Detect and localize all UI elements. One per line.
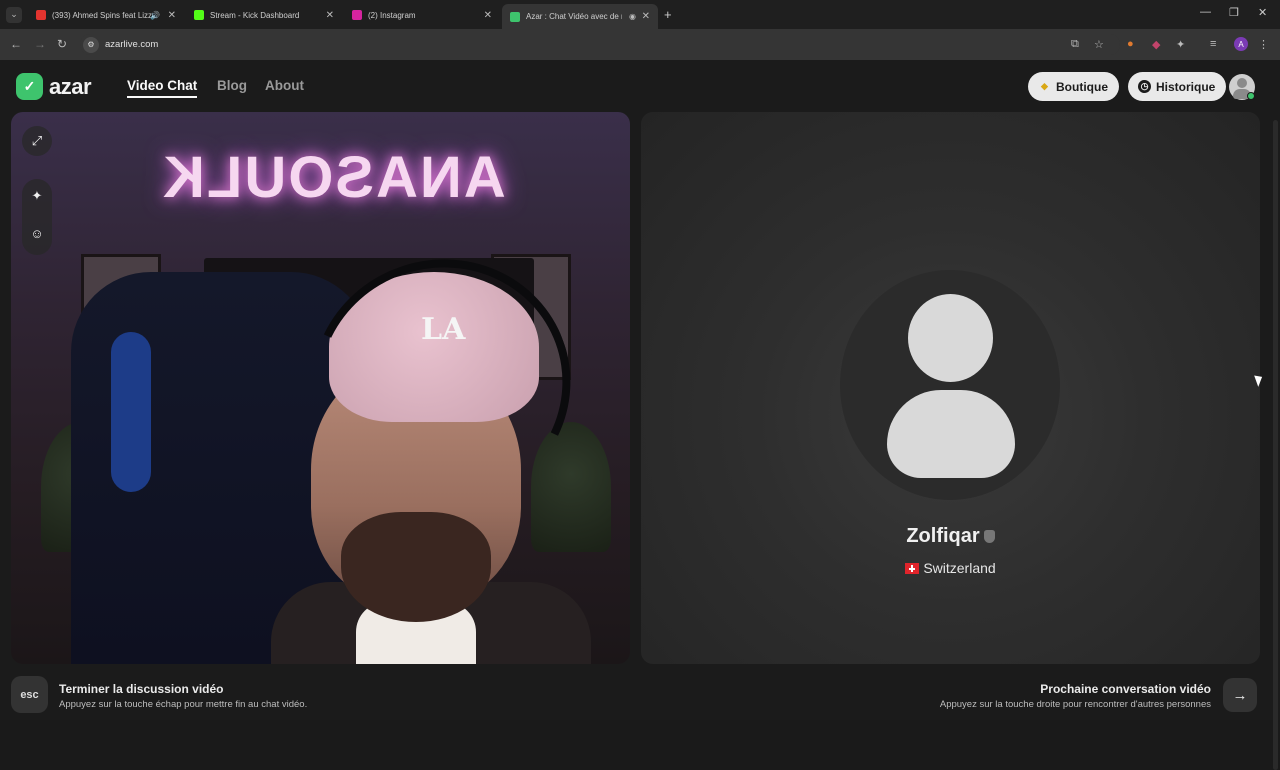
- nav-blog[interactable]: Blog: [217, 78, 247, 93]
- youtube-icon: [36, 10, 46, 20]
- browser-tab-bar: ⌄ (393) Ahmed Spins feat Lizz 🔊 ✕ Stream…: [0, 0, 1280, 29]
- profile-avatar[interactable]: A: [1234, 37, 1248, 51]
- nav-video-chat[interactable]: Video Chat: [127, 78, 198, 98]
- address-bar[interactable]: ⚙ azarlive.com: [80, 34, 1120, 55]
- media-controls-icon[interactable]: ≡: [1210, 38, 1216, 50]
- extensions-puzzle-icon[interactable]: ✦: [1176, 38, 1185, 51]
- azar-favicon-icon: [510, 11, 520, 22]
- close-window-icon[interactable]: ✕: [1258, 6, 1267, 19]
- reload-icon[interactable]: ↻: [57, 37, 67, 51]
- new-tab-button[interactable]: +: [664, 7, 672, 22]
- next-chat-title: Prochaine conversation vidéo: [1040, 682, 1211, 696]
- historique-button[interactable]: ◷ Historique: [1128, 72, 1227, 101]
- browser-tab[interactable]: (2) Instagram ✕: [344, 4, 500, 26]
- clock-icon: ◷: [1138, 80, 1151, 93]
- azar-page: ✓ azar Video Chat Blog About ◆ Boutique …: [0, 60, 1280, 770]
- site-info-icon[interactable]: ⚙: [83, 36, 99, 53]
- expand-icon[interactable]: ⤢: [22, 126, 52, 156]
- nav-about[interactable]: About: [265, 78, 304, 93]
- extension-shield-icon[interactable]: ◆: [1152, 38, 1160, 51]
- face-filter-icon[interactable]: ☺: [22, 218, 52, 248]
- close-tab-icon[interactable]: ✕: [642, 11, 650, 22]
- audio-playing-icon[interactable]: 🔊: [150, 11, 160, 20]
- boutique-button[interactable]: ◆ Boutique: [1028, 72, 1119, 101]
- kick-icon: [194, 10, 204, 20]
- chair-accent: [111, 332, 151, 492]
- default-avatar-icon: [908, 294, 993, 382]
- close-tab-icon[interactable]: ✕: [326, 10, 334, 21]
- person-beard: [341, 512, 491, 622]
- end-chat-title: Terminer la discussion vidéo: [59, 682, 224, 696]
- scrollbar[interactable]: [1273, 120, 1278, 770]
- close-tab-icon[interactable]: ✕: [168, 10, 176, 21]
- restore-icon[interactable]: ❐: [1229, 6, 1239, 19]
- url-text: azarlive.com: [105, 39, 159, 50]
- verified-shield-icon: [983, 530, 995, 544]
- sparkle-effects-icon[interactable]: ✦: [22, 181, 52, 211]
- browser-menu-icon[interactable]: ⋮: [1258, 38, 1269, 51]
- tab-search-button[interactable]: ⌄: [6, 6, 22, 23]
- azar-logo[interactable]: ✓ azar: [16, 73, 92, 100]
- back-icon[interactable]: ←: [10, 37, 22, 51]
- default-avatar-body: [887, 390, 1015, 478]
- install-app-icon[interactable]: ⧉: [1071, 38, 1079, 51]
- recording-icon: ◉: [629, 12, 636, 21]
- bookmark-star-icon[interactable]: ☆: [1094, 38, 1104, 51]
- neon-sign: ANASOULK: [161, 145, 506, 210]
- browser-tab[interactable]: Stream - Kick Dashboard ✕: [186, 4, 342, 26]
- browser-tab[interactable]: (393) Ahmed Spins feat Lizz 🔊 ✕: [28, 4, 184, 26]
- browser-toolbar: ← → ↻ ⚙ azarlive.com ⧉ ☆ ● ◆ ✦ ≡ ⋮: [0, 29, 1280, 60]
- azar-logo-icon: ✓: [16, 73, 43, 100]
- gem-icon: ◆: [1041, 81, 1048, 91]
- instagram-icon: [352, 10, 362, 20]
- esc-key-button[interactable]: esc: [11, 676, 48, 713]
- peer-country: Switzerland: [641, 560, 1260, 576]
- local-video-feed: ANASOULK LA ⤢ ✦ ☺: [11, 112, 630, 664]
- swiss-flag-icon: [905, 563, 920, 574]
- end-chat-hint: Appuyez sur la touche échap pour mettre …: [59, 699, 308, 710]
- next-arrow-button[interactable]: →: [1223, 678, 1257, 712]
- forward-icon[interactable]: →: [34, 37, 46, 51]
- online-status-dot: [1247, 92, 1255, 100]
- close-tab-icon[interactable]: ✕: [484, 10, 492, 21]
- peer-video-panel: Zolfiqar Switzerland: [641, 112, 1260, 664]
- peer-name: Zolfiqar: [641, 525, 1260, 548]
- extension-icon[interactable]: ●: [1127, 38, 1134, 50]
- minimize-icon[interactable]: —: [1200, 6, 1211, 18]
- next-chat-hint: Appuyez sur la touche droite pour rencon…: [939, 699, 1211, 710]
- browser-tab-active[interactable]: Azar : Chat Vidéo avec de n ◉ ✕: [502, 4, 658, 29]
